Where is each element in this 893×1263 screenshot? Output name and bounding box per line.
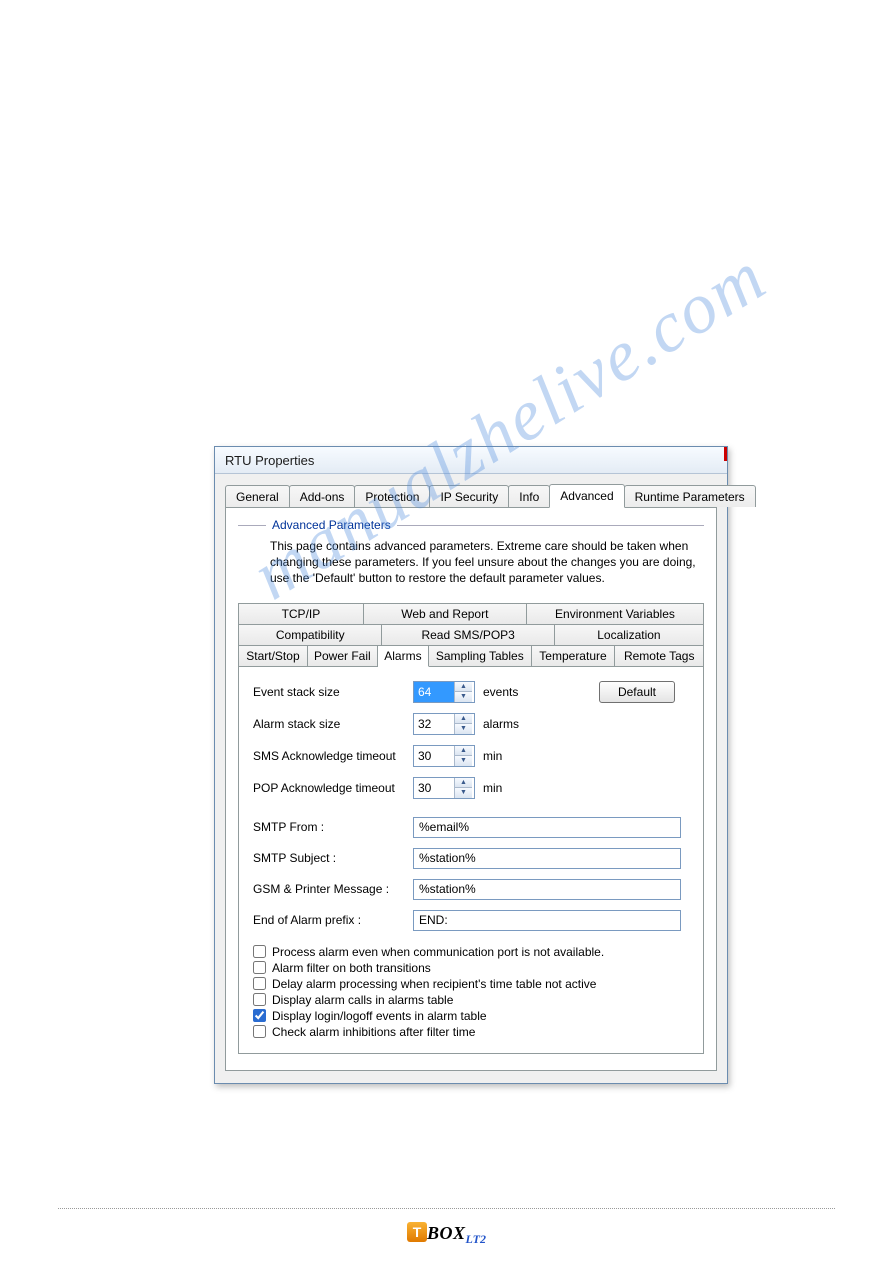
tab-advanced[interactable]: Advanced [549,484,624,508]
label-event-stack: Event stack size [253,685,413,699]
spinner-up-icon[interactable]: ▲ [455,682,472,693]
check-label: Check alarm inhibitions after filter tim… [272,1025,475,1039]
sms-ack-spinner[interactable]: ▲ ▼ [413,745,475,767]
rtu-properties-dialog: RTU Properties General Add-ons Protectio… [214,446,728,1084]
subtab-compatibility[interactable]: Compatibility [238,624,382,646]
smtp-from-input[interactable] [413,817,681,838]
tab-addons[interactable]: Add-ons [289,485,356,507]
label-sms-ack: SMS Acknowledge timeout [253,749,413,763]
label-gsm-printer: GSM & Printer Message : [253,882,413,896]
subtab-web-report[interactable]: Web and Report [364,603,527,625]
label-alarm-stack: Alarm stack size [253,717,413,731]
spinner-down-icon[interactable]: ▼ [455,724,472,734]
check-label: Alarm filter on both transitions [272,961,431,975]
alarm-stack-input[interactable] [414,714,454,734]
dialog-body: General Add-ons Protection IP Security I… [215,474,727,1083]
group-title-label: Advanced Parameters [272,518,391,532]
default-button[interactable]: Default [599,681,675,703]
unit-events: events [483,685,518,699]
gsm-printer-input[interactable] [413,879,681,900]
tab-general[interactable]: General [225,485,290,507]
group-title: Advanced Parameters [238,518,704,532]
logo-lt2: LT2 [466,1232,486,1246]
check-label: Process alarm even when communication po… [272,945,604,959]
alarms-panel: Event stack size ▲ ▼ events Default [238,667,704,1054]
check-inhibitions[interactable] [253,1025,266,1038]
check-display-calls[interactable] [253,993,266,1006]
main-tabs: General Add-ons Protection IP Security I… [225,483,717,507]
divider [238,525,266,526]
label-smtp-from: SMTP From : [253,820,413,834]
check-label: Delay alarm processing when recipient's … [272,977,596,991]
subtab-localization[interactable]: Localization [555,624,704,646]
subtab-read-sms-pop3[interactable]: Read SMS/POP3 [382,624,554,646]
smtp-subject-input[interactable] [413,848,681,869]
subtab-alarms[interactable]: Alarms [378,645,429,667]
logo-box: BOX [427,1223,466,1243]
label-pop-ack: POP Acknowledge timeout [253,781,413,795]
footer-logo: TBOXLT2 [0,1222,893,1247]
spinner-down-icon[interactable]: ▼ [455,692,472,702]
label-smtp-subject: SMTP Subject : [253,851,413,865]
advanced-panel: Advanced Parameters This page contains a… [225,507,717,1071]
end-prefix-input[interactable] [413,910,681,931]
event-stack-input[interactable] [414,682,454,702]
check-delay-alarm[interactable] [253,977,266,990]
spinner-up-icon[interactable]: ▲ [455,746,472,757]
sms-ack-input[interactable] [414,746,454,766]
divider [397,525,704,526]
check-alarm-filter[interactable] [253,961,266,974]
subtabs: TCP/IP Web and Report Environment Variab… [238,603,704,1054]
tab-ip-security[interactable]: IP Security [429,485,509,507]
intro-text: This page contains advanced parameters. … [238,536,704,601]
unit-alarms: alarms [483,717,519,731]
pop-ack-spinner[interactable]: ▲ ▼ [413,777,475,799]
dialog-title: RTU Properties [225,453,314,468]
subtab-tcpip[interactable]: TCP/IP [238,603,364,625]
logo-t-icon: T [407,1222,427,1242]
label-end-prefix: End of Alarm prefix : [253,913,413,927]
subtab-start-stop[interactable]: Start/Stop [238,645,308,667]
footer-divider [58,1208,835,1209]
check-process-alarm[interactable] [253,945,266,958]
tab-info[interactable]: Info [508,485,550,507]
tab-runtime-parameters[interactable]: Runtime Parameters [624,485,756,507]
check-label: Display login/logoff events in alarm tab… [272,1009,487,1023]
tab-protection[interactable]: Protection [354,485,430,507]
subtab-remote-tags[interactable]: Remote Tags [615,645,704,667]
pop-ack-input[interactable] [414,778,454,798]
spinner-down-icon[interactable]: ▼ [455,788,472,798]
subtab-temperature[interactable]: Temperature [532,645,616,667]
dialog-titlebar[interactable]: RTU Properties [215,447,727,474]
subtab-power-fail[interactable]: Power Fail [308,645,378,667]
spinner-up-icon[interactable]: ▲ [455,778,472,789]
event-stack-spinner[interactable]: ▲ ▼ [413,681,475,703]
subtab-env-vars[interactable]: Environment Variables [527,603,704,625]
check-label: Display alarm calls in alarms table [272,993,453,1007]
alarm-checkboxes: Process alarm even when communication po… [253,945,689,1039]
check-display-login[interactable] [253,1009,266,1022]
spinner-down-icon[interactable]: ▼ [455,756,472,766]
unit-min: min [483,781,502,795]
unit-min: min [483,749,502,763]
spinner-up-icon[interactable]: ▲ [455,714,472,725]
alarm-stack-spinner[interactable]: ▲ ▼ [413,713,475,735]
subtab-sampling-tables[interactable]: Sampling Tables [429,645,532,667]
